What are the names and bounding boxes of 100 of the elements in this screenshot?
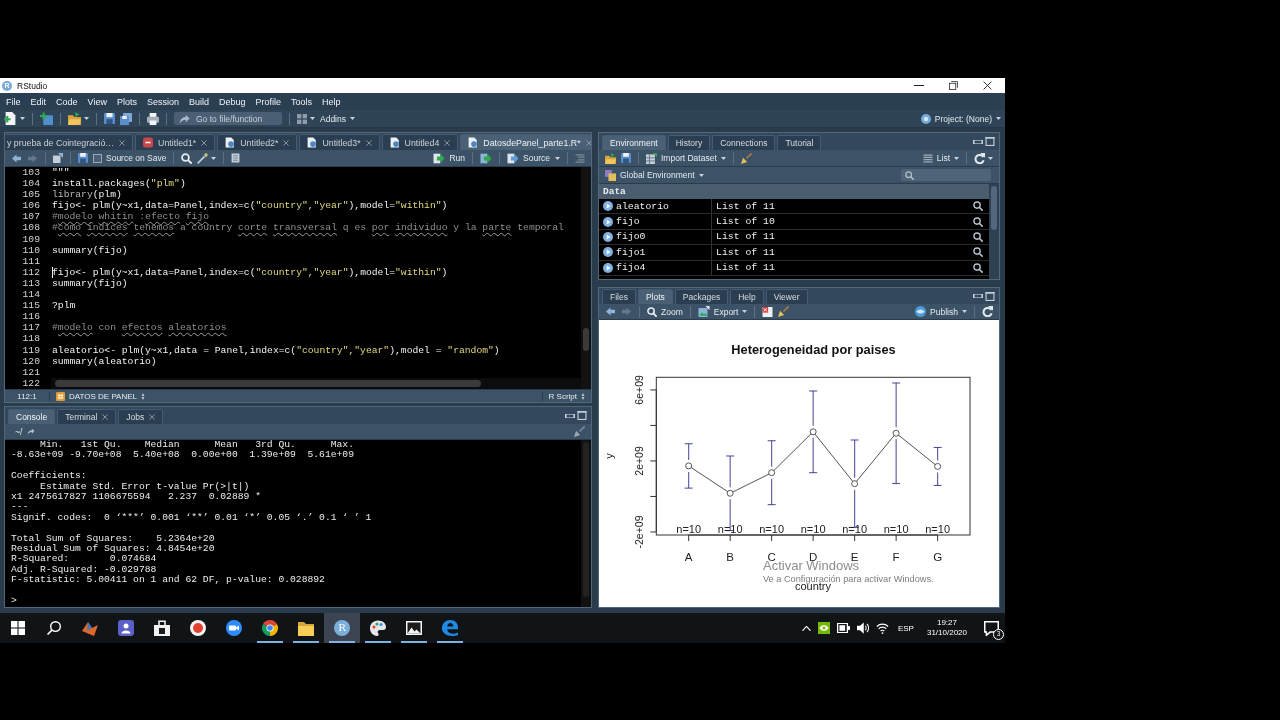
clock-time[interactable]: 19:27 <box>936 618 957 628</box>
restore-icon[interactable] <box>948 81 958 90</box>
import-dataset-button[interactable]: Import Dataset <box>646 152 726 164</box>
pane-tab[interactable]: Jobs <box>118 409 164 424</box>
editor-tab[interactable]: Untitled1* <box>135 134 216 150</box>
zoom-button[interactable]: Zoom <box>647 306 683 317</box>
arrow-icon[interactable] <box>27 428 36 435</box>
search-icon[interactable] <box>47 621 61 635</box>
close-icon[interactable] <box>982 81 992 90</box>
clock-date[interactable]: 31/10/2020 <box>926 628 967 638</box>
refresh-icon[interactable] <box>974 152 985 164</box>
open-folder-icon[interactable] <box>605 152 616 164</box>
menu-item[interactable]: Plots <box>111 96 142 107</box>
language-indicator[interactable]: ESP <box>897 623 914 633</box>
refresh-icon[interactable] <box>982 306 993 317</box>
save-icon[interactable] <box>104 113 115 124</box>
wifi-icon[interactable] <box>875 622 889 634</box>
magnifier-icon[interactable] <box>973 247 983 258</box>
report-icon[interactable] <box>231 153 241 163</box>
menu-item[interactable]: Debug <box>213 96 251 107</box>
pane-tab[interactable]: Terminal <box>57 409 117 424</box>
environment-menu[interactable]: Global Environment <box>605 169 704 181</box>
magnifier-icon[interactable] <box>973 216 983 227</box>
pane-tab[interactable]: History <box>667 135 711 150</box>
project-menu[interactable]: Project: (None) <box>920 113 1001 124</box>
wand-icon[interactable] <box>197 152 209 164</box>
editor-tab[interactable]: Untitled3* <box>299 134 380 150</box>
expand-icon[interactable] <box>603 262 613 273</box>
back-arrow-icon[interactable] <box>605 307 616 316</box>
battery-icon[interactable] <box>836 623 850 633</box>
menu-item[interactable]: Help <box>317 96 346 107</box>
pane-tab[interactable]: Connections <box>712 135 776 150</box>
source-on-save-checkbox[interactable]: Source on Save <box>93 153 167 163</box>
back-arrow-icon[interactable] <box>11 153 22 163</box>
magnifier-icon[interactable] <box>973 201 983 212</box>
broom-icon[interactable] <box>778 306 790 317</box>
menu-item[interactable]: View <box>82 96 112 107</box>
chevron-up-icon[interactable] <box>801 625 811 631</box>
search-icon[interactable] <box>181 152 193 164</box>
vertical-scrollbar[interactable] <box>581 440 591 607</box>
save-icon[interactable] <box>78 153 88 163</box>
editor-tab[interactable]: DatosdePanel_parte1.R* <box>460 134 591 150</box>
pane-tab[interactable]: Packages <box>674 289 729 304</box>
minimize-icon[interactable] <box>973 139 983 144</box>
caret-icon[interactable] <box>211 156 217 160</box>
minimize-icon[interactable] <box>565 413 575 418</box>
search-field[interactable] <box>901 169 991 181</box>
menu-item[interactable]: Build <box>183 96 214 107</box>
notification-icon[interactable] <box>984 620 999 636</box>
maximize-icon[interactable] <box>985 137 995 146</box>
vertical-scrollbar[interactable] <box>581 167 591 389</box>
maximize-icon[interactable] <box>985 291 995 301</box>
popout-icon[interactable] <box>53 153 63 163</box>
expand-icon[interactable] <box>603 231 613 242</box>
delete-icon[interactable] <box>762 306 774 317</box>
broom-icon[interactable] <box>740 152 752 164</box>
pane-tab[interactable]: Help <box>730 289 764 304</box>
horizontal-scrollbar[interactable] <box>51 378 581 389</box>
view-mode-menu[interactable]: List <box>922 153 959 163</box>
environment-row[interactable]: fijo1 List of 11 <box>599 245 989 261</box>
checkbox[interactable] <box>93 153 102 163</box>
new-file-icon[interactable] <box>4 112 17 125</box>
addins-button[interactable]: Addins <box>320 113 355 124</box>
scroll-thumb[interactable] <box>583 328 589 351</box>
run-button[interactable]: Run <box>433 152 466 164</box>
export-button[interactable]: Export <box>697 306 748 317</box>
print-icon[interactable] <box>147 112 159 125</box>
speaker-icon[interactable] <box>856 622 869 634</box>
environment-row[interactable]: fijo List of 10 <box>599 214 989 230</box>
caret-icon[interactable] <box>988 156 993 160</box>
rerun-icon[interactable] <box>480 152 493 164</box>
eye-logo-icon[interactable] <box>817 622 830 634</box>
menu-item[interactable]: Edit <box>25 96 52 107</box>
magnifier-icon[interactable] <box>973 262 983 273</box>
goto-field[interactable]: Go to file/function <box>174 112 282 125</box>
open-folder-icon[interactable] <box>68 112 81 125</box>
file-type-menu[interactable]: R Script <box>541 391 585 401</box>
editor-tab[interactable]: Untitled2* <box>217 134 298 150</box>
expand-icon[interactable] <box>603 247 613 258</box>
four-squares-icon[interactable] <box>11 621 25 635</box>
new-project-icon[interactable] <box>40 112 53 125</box>
pane-tab[interactable]: Environment <box>602 135 666 150</box>
menu-item[interactable]: Code <box>51 96 83 107</box>
caret-icon[interactable] <box>20 117 25 120</box>
caret-icon[interactable] <box>84 117 89 120</box>
pane-tab[interactable]: Tutorial <box>777 135 822 150</box>
editor-tab[interactable]: Untitled4 <box>381 134 459 150</box>
pane-tab[interactable]: Viewer <box>765 289 808 304</box>
menu-item[interactable]: Session <box>141 96 184 107</box>
save-icon[interactable] <box>621 153 631 163</box>
broom-icon[interactable] <box>574 426 585 437</box>
environment-row[interactable]: aleatorio List of 11 <box>599 199 989 215</box>
source-button[interactable]: Source <box>507 152 550 164</box>
save-all-icon[interactable] <box>120 112 132 125</box>
minimize-icon[interactable] <box>973 294 983 298</box>
pane-tab[interactable]: Plots <box>637 289 673 304</box>
pane-tab[interactable]: Console <box>8 409 56 424</box>
section-menu[interactable]: DATOS DE PANEL <box>56 391 146 401</box>
pane-tab[interactable]: Files <box>602 289 636 304</box>
menu-item[interactable]: Profile <box>250 96 286 107</box>
